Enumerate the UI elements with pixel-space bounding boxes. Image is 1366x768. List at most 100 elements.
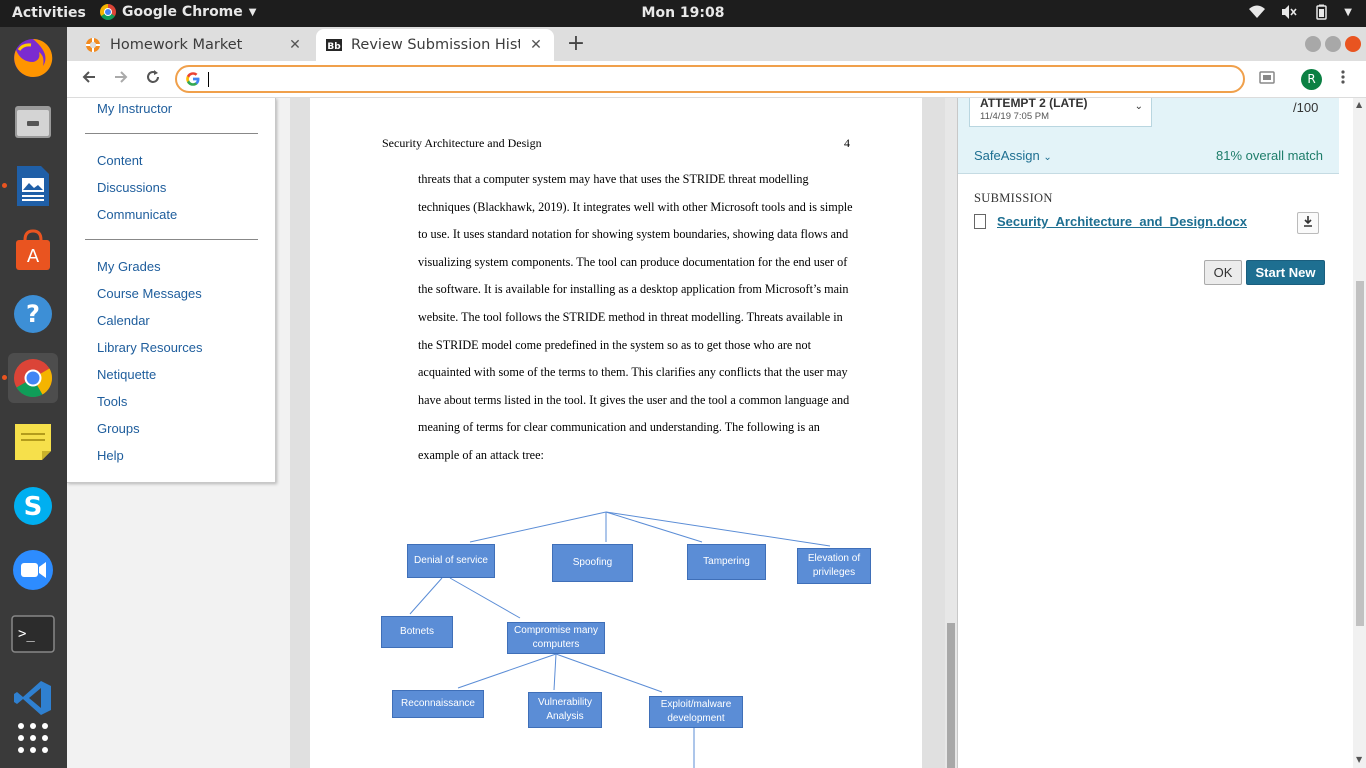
tab-review-submission[interactable]: Bb Review Submission Histo ✕ <box>316 29 554 61</box>
battery-icon <box>1316 4 1328 20</box>
menu-link-netiquette[interactable]: Netiquette <box>97 367 156 382</box>
dock-notes[interactable] <box>8 417 58 467</box>
dock-files[interactable] <box>8 97 58 147</box>
svg-text:?: ? <box>26 300 40 328</box>
menu-divider <box>85 133 258 134</box>
terminal-icon: >_ <box>11 615 55 653</box>
menu-divider <box>85 239 258 240</box>
text-line: threats that a computer system may have … <box>418 172 809 186</box>
attempt-header: ATTEMPT 2 (LATE) 11/4/19 7:05 PM ⌄ /100 … <box>958 98 1339 174</box>
svg-text:A: A <box>27 246 40 267</box>
omnibox-input[interactable] <box>207 69 1227 89</box>
svg-text:Bb: Bb <box>327 42 341 52</box>
start-new-button[interactable]: Start New <box>1246 260 1325 285</box>
activities-button[interactable]: Activities <box>12 5 86 21</box>
scrollbar-thumb[interactable] <box>1356 281 1364 626</box>
files-icon <box>15 106 51 138</box>
ok-button[interactable]: OK <box>1204 260 1242 285</box>
menu-link-calendar[interactable]: Calendar <box>97 313 150 328</box>
tab-title: Review Submission Histo <box>351 37 520 53</box>
menu-link-my-grades[interactable]: My Grades <box>97 259 161 274</box>
skype-icon: S <box>14 487 52 525</box>
safeassign-dropdown[interactable]: SafeAssign ⌄ <box>974 148 1052 163</box>
blackboard-icon: Bb <box>326 39 342 52</box>
body-paragraph: threats that a computer system may have … <box>418 166 858 470</box>
attempt-date: 11/4/19 7:05 PM <box>980 111 1050 122</box>
arrow-up-icon[interactable]: ▲ <box>1356 100 1362 109</box>
svg-text:S: S <box>24 492 43 522</box>
dock-app-grid[interactable] <box>8 713 58 763</box>
forward-button[interactable] <box>108 67 134 93</box>
download-button[interactable] <box>1297 212 1319 234</box>
text-line: to use. It uses standard notation for sh… <box>418 227 849 242</box>
arrow-down-icon[interactable]: ▼ <box>1356 755 1362 764</box>
svg-text:>_: >_ <box>18 626 35 642</box>
document-scrollbar[interactable] <box>945 98 957 768</box>
document-viewer[interactable]: Security Architecture and Design 4 threa… <box>290 98 957 768</box>
profile-avatar[interactable]: R <box>1301 69 1322 90</box>
system-tray[interactable]: ▼ <box>1248 4 1352 20</box>
dock-writer[interactable] <box>2 161 58 211</box>
maximize-button[interactable] <box>1325 36 1341 52</box>
new-tab-button[interactable]: + <box>564 33 588 57</box>
software-center-icon: A <box>16 229 50 270</box>
firefox-icon <box>14 38 53 77</box>
menu-link-groups[interactable]: Groups <box>97 421 140 436</box>
address-bar[interactable] <box>175 65 1245 93</box>
tree-node-botnets: Botnets <box>381 616 453 648</box>
dock-help[interactable]: ? <box>8 289 58 339</box>
back-button[interactable] <box>76 67 102 93</box>
close-icon[interactable]: ✕ <box>287 37 303 53</box>
minimize-button[interactable] <box>1305 36 1321 52</box>
text-line: the STRIDE model come predefined in the … <box>418 337 811 352</box>
text-line: have about terms listed in the tool. It … <box>418 392 850 407</box>
scrollbar-thumb[interactable] <box>947 623 955 768</box>
running-indicator <box>2 375 7 380</box>
dock-skype[interactable]: S <box>8 481 58 531</box>
tree-node-tampering: Tampering <box>687 544 766 580</box>
menu-link-content[interactable]: Content <box>97 153 143 168</box>
chevron-down-icon: ⌄ <box>1043 152 1052 163</box>
text-line: visualizing system components. The tool … <box>418 254 848 269</box>
running-indicator <box>2 183 7 188</box>
writer-icon <box>17 166 49 206</box>
menu-link-library-resources[interactable]: Library Resources <box>97 340 203 355</box>
text-line: website. The tool follows the STRIDE met… <box>418 309 843 324</box>
attempt-selector[interactable]: ATTEMPT 2 (LATE) 11/4/19 7:05 PM ⌄ <box>969 98 1152 127</box>
menu-button[interactable] <box>1330 67 1356 93</box>
menu-link-course-messages[interactable]: Course Messages <box>97 286 202 301</box>
dock-firefox[interactable] <box>8 33 58 83</box>
close-icon[interactable]: ✕ <box>528 37 544 53</box>
dock: A ? S >_ <box>0 27 67 768</box>
cast-button[interactable] <box>1254 67 1280 93</box>
menu-link-tools[interactable]: Tools <box>97 394 127 409</box>
close-window-button[interactable] <box>1345 36 1361 52</box>
app-name: Google Chrome <box>122 4 243 20</box>
dock-terminal[interactable]: >_ <box>8 609 58 659</box>
menu-link-my-instructor[interactable]: My Instructor <box>97 101 172 116</box>
app-grid-icon <box>18 723 48 753</box>
tree-node-spoofing: Spoofing <box>552 544 633 582</box>
panel-scrollbar[interactable]: ▲ ▼ <box>1353 98 1366 768</box>
download-icon <box>1304 216 1312 227</box>
chrome-icon <box>100 4 116 20</box>
menu-link-help[interactable]: Help <box>97 448 124 463</box>
attempt-label: ATTEMPT 2 (LATE) <box>980 98 1088 110</box>
menu-link-discussions[interactable]: Discussions <box>97 180 166 195</box>
dock-software[interactable]: A <box>8 225 58 275</box>
menu-link-communicate[interactable]: Communicate <box>97 207 177 222</box>
app-menu[interactable]: Google Chrome ▼ <box>100 4 256 20</box>
dock-zoom[interactable] <box>8 545 58 595</box>
score-denominator: /100 <box>1293 100 1319 115</box>
text-line: meaning of terms for clear communication… <box>418 420 820 435</box>
volume-muted-icon <box>1282 5 1297 19</box>
tab-homework-market[interactable]: Homework Market ✕ <box>75 29 313 61</box>
submission-file-link[interactable]: Security_Architecture_and_Design.docx <box>997 214 1247 229</box>
dock-chrome[interactable] <box>2 353 58 403</box>
page-number: 4 <box>844 136 850 150</box>
chevron-down-icon: ▼ <box>248 6 257 18</box>
overall-match[interactable]: 81% overall match <box>1216 148 1323 163</box>
reload-button[interactable] <box>140 67 166 93</box>
zoom-icon <box>13 550 53 590</box>
tree-node-reconnaissance: Reconnaissance <box>392 690 484 718</box>
